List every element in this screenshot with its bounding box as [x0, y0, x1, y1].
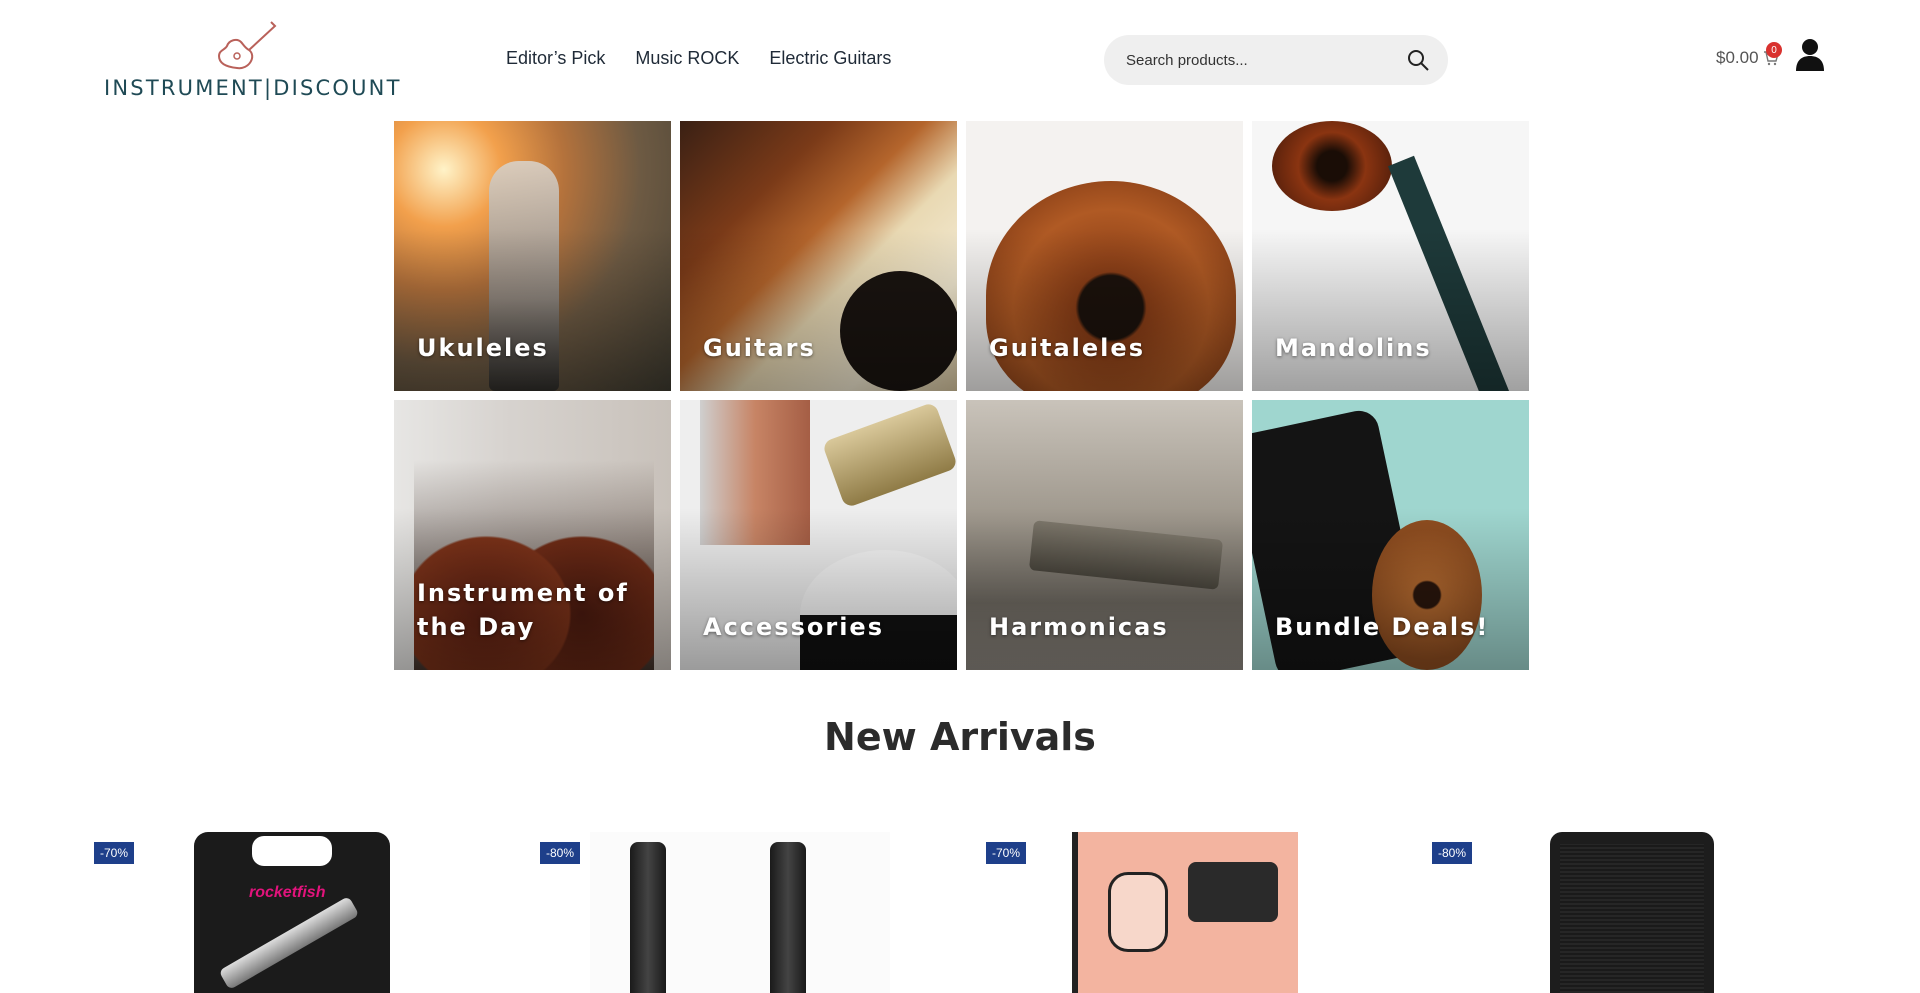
category-label: Harmonicas: [989, 613, 1169, 641]
category-label: Ukuleles: [417, 334, 549, 362]
site-logo[interactable]: INSTRUMENT|DISCOUNT: [104, 20, 399, 100]
category-tile-bundle-deals[interactable]: Bundle Deals!: [1252, 400, 1529, 670]
search-bar: [1104, 35, 1448, 85]
discount-badge: -70%: [94, 842, 135, 864]
microphone-left: [630, 842, 666, 993]
package-brand-logo: rocketfish: [249, 884, 326, 901]
nav-electric-guitars[interactable]: Electric Guitars: [769, 48, 891, 69]
discount-badge: -80%: [540, 842, 581, 864]
category-tile-mandolins[interactable]: Mandolins: [1252, 121, 1529, 391]
microphone-right: [770, 842, 806, 993]
category-label: Guitars: [703, 334, 816, 362]
cable-connector: [218, 895, 360, 991]
category-tile-accessories[interactable]: Accessories: [680, 400, 957, 670]
category-tile-guitars[interactable]: Guitars: [680, 121, 957, 391]
search-icon[interactable]: [1406, 48, 1430, 72]
category-label: Instrument of the Day: [417, 579, 629, 641]
guitar-logo-icon: [217, 21, 277, 70]
category-label: Bundle Deals!: [1275, 613, 1490, 641]
microphone-pair-icon: [590, 832, 890, 993]
manual-booklet-icon: [1072, 832, 1298, 993]
product-card[interactable]: -80%: [1432, 832, 1832, 993]
search-input[interactable]: [1126, 48, 1396, 72]
site-header: INSTRUMENT|DISCOUNT Editor’s Pick Music …: [0, 0, 1920, 120]
main-nav: Editor’s Pick Music ROCK Electric Guitar…: [506, 48, 891, 69]
speaker-cabinet-icon: [1550, 832, 1714, 993]
nav-music-rock[interactable]: Music ROCK: [635, 48, 739, 69]
cartoon-illustration: [1108, 872, 1168, 952]
speaker-grille: [1560, 844, 1704, 993]
category-label: Guitaleles: [989, 334, 1145, 362]
product-card[interactable]: -80%: [540, 832, 940, 993]
category-tile-ukuleles[interactable]: Ukuleles: [394, 121, 671, 391]
category-tile-instrument-of-the-day[interactable]: Instrument of the Day: [394, 400, 671, 670]
category-label: Mandolins: [1275, 334, 1432, 362]
category-tile-guitaleles[interactable]: Guitaleles: [966, 121, 1243, 391]
logo-text: INSTRUMENT|DISCOUNT: [104, 76, 402, 100]
account-icon[interactable]: [1795, 38, 1825, 72]
camera-illustration: [1188, 862, 1278, 922]
hdmi-cable-package-icon: rocketfish: [194, 832, 390, 993]
cart-amount: $0.00: [1716, 48, 1759, 67]
discount-badge: -70%: [986, 842, 1027, 864]
nav-editors-pick[interactable]: Editor’s Pick: [506, 48, 605, 69]
category-label: Accessories: [703, 613, 884, 641]
cart-count-badge: 0: [1766, 42, 1782, 58]
product-card[interactable]: rocketfish -70%: [94, 832, 494, 993]
package-hanger: [252, 836, 332, 866]
new-arrivals-title: New Arrivals: [824, 715, 1096, 759]
category-tile-harmonicas[interactable]: Harmonicas: [966, 400, 1243, 670]
discount-badge: -80%: [1432, 842, 1473, 864]
product-card[interactable]: -70%: [986, 832, 1386, 993]
